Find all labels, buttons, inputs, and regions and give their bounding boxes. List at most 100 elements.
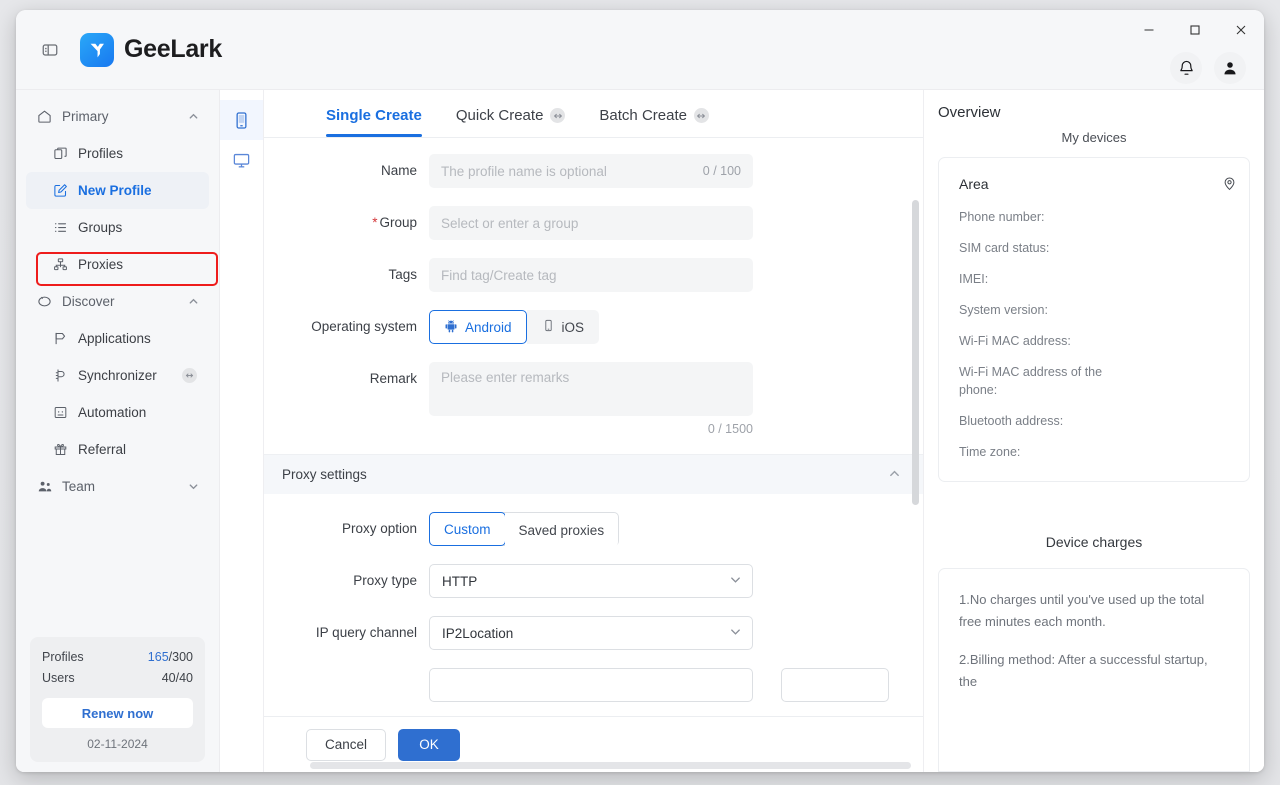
quota-profiles-value: 165/300 [147, 650, 193, 664]
proxy-type-value: HTTP [442, 573, 478, 589]
close-icon[interactable] [1218, 11, 1264, 49]
os-option-label: Android [465, 319, 512, 335]
chevron-up-icon[interactable] [188, 296, 199, 307]
chevron-down-icon[interactable] [729, 573, 742, 589]
minimize-icon[interactable] [1126, 11, 1172, 49]
maximize-icon[interactable] [1172, 11, 1218, 49]
avatar[interactable] [1214, 52, 1246, 84]
sidebar-item-profiles[interactable]: Profiles [26, 135, 209, 172]
form-column: Single Create Quick Create Batch Create [264, 90, 924, 772]
sidebar-item-automation[interactable]: Automation [26, 394, 209, 431]
form-footer: Cancel OK [264, 716, 923, 772]
overview-panel: Overview My devices Area Phone number: S… [924, 90, 1264, 772]
overview-field: Time zone: [959, 445, 1021, 459]
device-charges-card: 1.No charges until you've used up the to… [938, 568, 1250, 772]
panel-toggle-icon[interactable] [38, 38, 62, 62]
sidebar-item-applications[interactable]: Applications [26, 320, 209, 357]
field-row-operating-system: Operating system Android iOS [264, 310, 923, 344]
quota-users-label: Users [42, 671, 75, 685]
os-option-ios[interactable]: iOS [526, 310, 600, 344]
field-row-group: * Group Select or enter a group [264, 206, 923, 240]
sidebar-group-label: Primary [62, 109, 109, 124]
remark-counter: 0 / 1500 [707, 422, 753, 436]
tab-label: Quick Create [455, 107, 544, 124]
team-icon [36, 478, 53, 495]
apple-device-icon [542, 319, 555, 335]
sidebar-item-label: Synchronizer [78, 368, 157, 383]
edit-square-icon [52, 182, 69, 199]
hidden-row-button[interactable] [781, 668, 889, 702]
main-content: Single Create Quick Create Batch Create [220, 90, 1264, 772]
proxy-settings-title: Proxy settings [282, 467, 367, 482]
tags-input[interactable]: Find tag/Create tag [429, 258, 753, 292]
group-input[interactable]: Select or enter a group [429, 206, 753, 240]
desktop-icon[interactable] [220, 140, 263, 180]
sidebar-group-header-team[interactable]: Team [26, 468, 209, 505]
gift-icon [52, 441, 69, 458]
renew-now-button[interactable]: Renew now [42, 698, 193, 728]
brand-name: GeeLark [124, 35, 222, 63]
window-body: Primary Profiles New Profile Groups Prox… [16, 90, 1264, 772]
create-mode-tabs: Single Create Quick Create Batch Create [264, 90, 923, 138]
operating-system-segmented: Android iOS [429, 310, 600, 344]
header-actions [1170, 52, 1246, 84]
hidden-row-input[interactable] [429, 668, 753, 702]
sidebar-item-label: Applications [78, 331, 151, 346]
app-window: GeeLark Primary Profiles New Profile Gro… [16, 10, 1264, 772]
remark-textarea[interactable]: Please enter remarks [429, 362, 753, 416]
name-label: Name [380, 163, 417, 178]
collapse-badge-icon[interactable] [550, 108, 566, 123]
overview-title: Overview [938, 104, 1001, 121]
proxy-settings-section-header[interactable]: Proxy settings [264, 454, 923, 494]
proxy-option-custom[interactable]: Custom [429, 512, 506, 546]
quota-row-users: Users 40/40 [42, 668, 193, 689]
sidebar-item-new-profile[interactable]: New Profile [26, 172, 209, 209]
name-placeholder: The profile name is optional [441, 163, 607, 179]
window-controls [1126, 10, 1264, 50]
sidebar-group-label: Discover [62, 294, 115, 309]
overview-field: Wi-Fi MAC address: [959, 334, 1071, 348]
charge-note: 1.No charges until you've used up the to… [959, 592, 1205, 629]
ip-query-channel-select[interactable]: IP2Location [429, 616, 753, 650]
sidebar-item-label: Automation [78, 405, 147, 420]
sidebar-group-header-primary[interactable]: Primary [26, 98, 209, 135]
proxy-option-segmented: Custom Saved proxies [429, 512, 620, 547]
location-pin-icon[interactable] [1222, 176, 1237, 196]
chevron-down-icon[interactable] [188, 481, 199, 492]
group-label: * Group [372, 215, 417, 230]
chevron-up-icon[interactable] [888, 467, 901, 483]
name-input[interactable]: The profile name is optional 0 / 100 [429, 154, 753, 188]
os-option-android[interactable]: Android [429, 310, 527, 344]
tab-batch-create[interactable]: Batch Create [599, 90, 709, 137]
bell-icon[interactable] [1170, 52, 1202, 84]
form-vertical-scrollbar[interactable] [912, 200, 919, 505]
cancel-button[interactable]: Cancel [306, 728, 387, 761]
sidebar-item-synchronizer[interactable]: Synchronizer [26, 357, 209, 394]
sidebar-item-groups[interactable]: Groups [26, 209, 209, 246]
remark-label: Remark [369, 371, 417, 386]
main-top: Single Create Quick Create Batch Create [220, 90, 1264, 772]
collapse-badge-icon[interactable] [693, 108, 709, 123]
sidebar-item-proxies[interactable]: Proxies [26, 246, 209, 283]
sidebar-group-label: Team [62, 479, 96, 494]
ok-button[interactable]: OK [398, 728, 461, 761]
horizontal-scrollbar[interactable] [310, 762, 911, 769]
profiles-icon [52, 145, 69, 162]
group-placeholder: Select or enter a group [441, 215, 579, 231]
proxy-option-saved-proxies[interactable]: Saved proxies [504, 513, 619, 547]
sidebar-item-referral[interactable]: Referral [26, 431, 209, 468]
tab-quick-create[interactable]: Quick Create [456, 90, 566, 137]
chevron-down-icon[interactable] [729, 625, 742, 641]
chevron-up-icon[interactable] [188, 111, 199, 122]
quota-row-profiles: Profiles 165/300 [42, 647, 193, 668]
sidebar-item-label: New Profile [78, 183, 152, 198]
overview-field: SIM card status: [959, 241, 1050, 255]
sidebar-group-primary: Primary Profiles New Profile Groups Prox… [16, 98, 219, 283]
brand: GeeLark [80, 32, 222, 67]
sidebar-group-header-discover[interactable]: Discover [26, 283, 209, 320]
phone-icon[interactable] [220, 100, 263, 140]
proxy-type-select[interactable]: HTTP [429, 564, 753, 598]
collapse-badge-icon[interactable] [182, 368, 197, 383]
tab-single-create[interactable]: Single Create [326, 90, 422, 137]
tags-placeholder: Find tag/Create tag [441, 267, 557, 283]
